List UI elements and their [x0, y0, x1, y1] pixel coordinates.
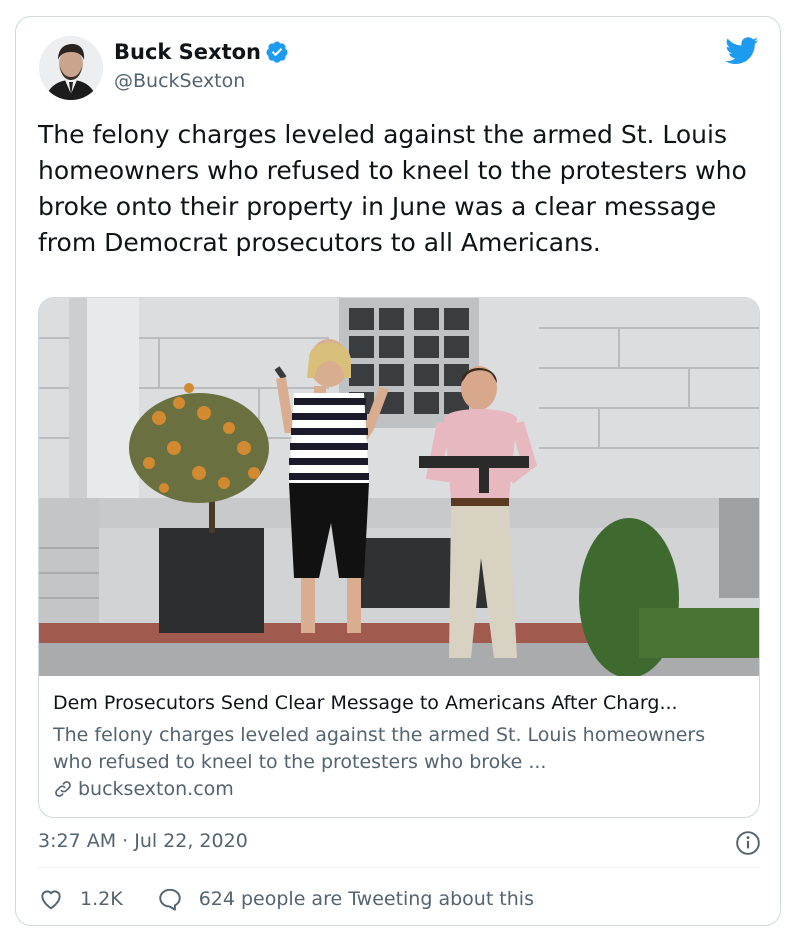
divider [38, 867, 760, 868]
link-description: The felony charges leveled against the a… [53, 724, 706, 773]
twitter-bird-icon[interactable] [725, 37, 759, 65]
info-icon[interactable] [735, 830, 761, 856]
author-name-row[interactable]: Buck Sexton [114, 40, 289, 64]
like-count: 1.2K [80, 888, 123, 910]
link-domain[interactable]: bucksexton.com [78, 778, 234, 800]
link-title[interactable]: Dem Prosecutors Send Clear Message to Am… [53, 692, 749, 714]
link-preview-card[interactable]: Dem Prosecutors Send Clear Message to Am… [38, 297, 760, 818]
like-button[interactable]: 1.2K [38, 886, 123, 912]
link-preview-image [39, 298, 759, 676]
tweet-card: Buck Sexton @BuckSexton The felony charg… [15, 16, 781, 926]
tweet-actions: 1.2K 624 people are Tweeting about this [38, 886, 534, 912]
speech-bubble-icon [158, 888, 181, 911]
author-name[interactable]: Buck Sexton [114, 40, 261, 64]
tweet-text: The felony charges leveled against the a… [38, 120, 747, 257]
tweet-timestamp[interactable]: 3:27 AM · Jul 22, 2020 [38, 830, 248, 852]
link-domain-row[interactable]: bucksexton.com [53, 778, 234, 800]
author-handle[interactable]: @BuckSexton [114, 70, 245, 92]
verified-badge-icon [266, 41, 288, 63]
conversation-link[interactable]: 624 people are Tweeting about this [157, 886, 534, 912]
avatar[interactable] [39, 36, 103, 100]
link-icon [55, 781, 71, 797]
conversation-text[interactable]: 624 people are Tweeting about this [199, 888, 534, 910]
heart-icon [41, 890, 61, 910]
